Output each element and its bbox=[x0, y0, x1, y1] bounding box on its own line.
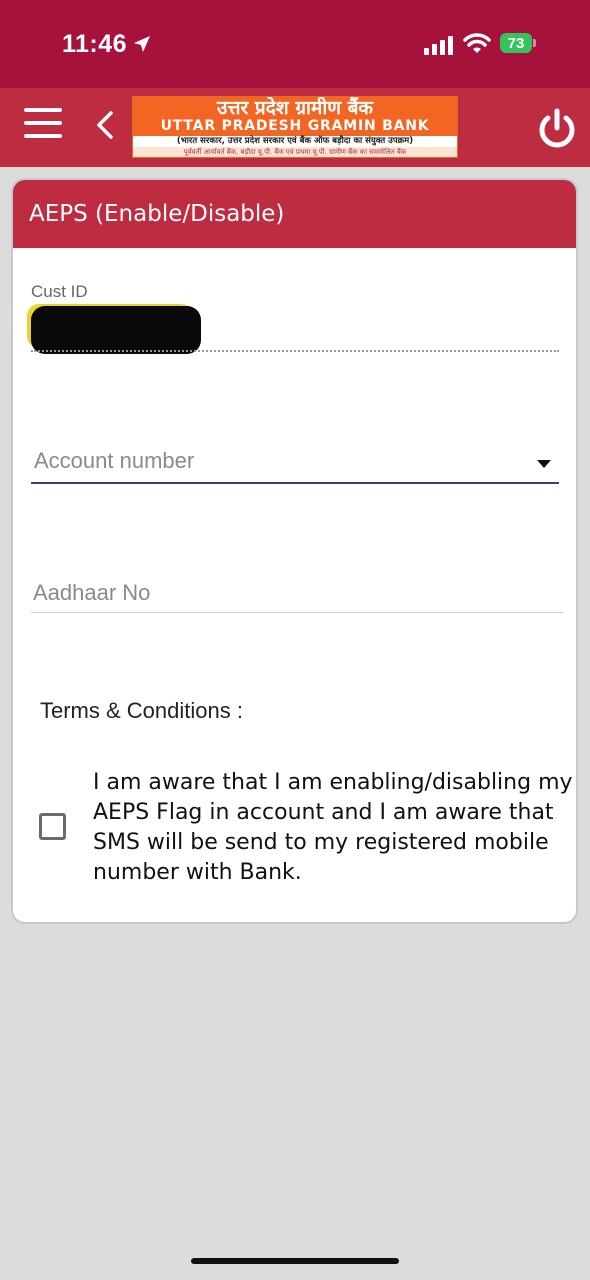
status-time: 11:46 bbox=[62, 30, 128, 58]
account-number-select[interactable]: Account number bbox=[31, 438, 559, 484]
home-indicator[interactable] bbox=[191, 1258, 399, 1264]
logo-subtitle-2: पूर्ववर्ती आर्यावर्त बैंक, बड़ौदा यू.पी.… bbox=[133, 147, 457, 157]
cust-id-underline bbox=[31, 350, 559, 352]
chevron-left-icon[interactable] bbox=[94, 110, 116, 140]
aeps-form-card: AEPS (Enable/Disable) Cust ID D Account … bbox=[13, 180, 576, 922]
battery-tip bbox=[533, 39, 536, 47]
battery-icon: 73 bbox=[500, 33, 536, 55]
cust-id-label: Cust ID bbox=[31, 282, 88, 301]
wifi-icon bbox=[463, 33, 491, 53]
power-icon[interactable] bbox=[536, 108, 578, 150]
account-number-placeholder: Account number bbox=[34, 448, 195, 473]
status-bar: 11:46 73 bbox=[0, 0, 590, 88]
hamburger-menu-icon[interactable] bbox=[24, 108, 64, 140]
logo-banner: उत्तर प्रदेश ग्रामीण बैंक UTTAR PRADESH … bbox=[133, 97, 457, 136]
logo-hindi-text: उत्तर प्रदेश ग्रामीण बैंक bbox=[216, 97, 374, 119]
logo-english-text: UTTAR PRADESH GRAMIN BANK bbox=[160, 118, 430, 134]
terms-text: I am aware that I am enabling/disabling … bbox=[93, 770, 573, 885]
bank-logo: उत्तर प्रदेश ग्रामीण बैंक UTTAR PRADESH … bbox=[132, 96, 458, 158]
logo-subtitle: (भारत सरकार, उत्तर प्रदेश सरकार एवं बैंक… bbox=[176, 136, 414, 146]
dropdown-caret-icon bbox=[537, 460, 551, 468]
cellular-signal-icon bbox=[424, 36, 453, 55]
battery-level: 73 bbox=[500, 33, 532, 53]
location-arrow-icon bbox=[134, 36, 150, 52]
form-title: AEPS (Enable/Disable) bbox=[13, 180, 576, 248]
aadhaar-input[interactable] bbox=[31, 574, 563, 613]
cust-id-redaction bbox=[31, 306, 201, 354]
terms-checkbox[interactable] bbox=[39, 813, 66, 840]
terms-heading: Terms & Conditions : bbox=[40, 698, 243, 723]
